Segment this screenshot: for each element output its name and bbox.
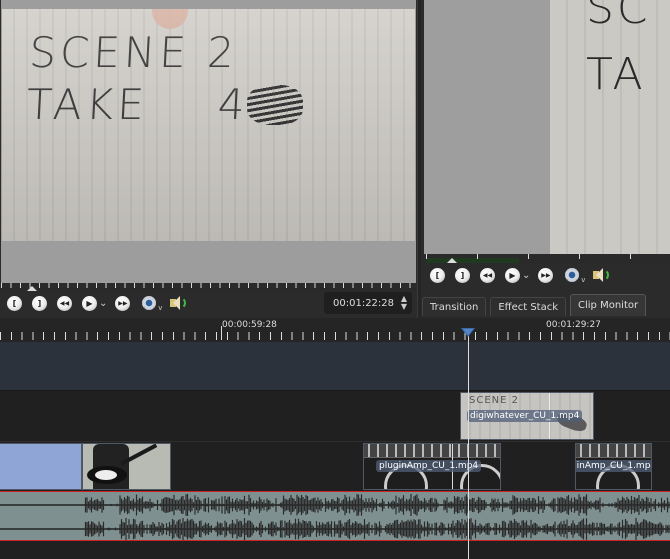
tab-label: Transition — [430, 301, 479, 313]
clip-volume-button[interactable] — [591, 267, 610, 283]
project-monitor-frame: SCENE 2 TAKE 4 — [2, 9, 415, 241]
forward-button[interactable]: ▶▶ — [115, 295, 131, 311]
spin-down-icon[interactable]: ▼ — [401, 303, 407, 311]
timecode-value: 00:01:22:28 — [333, 297, 395, 309]
clip-zone-in-button[interactable]: [ — [430, 267, 445, 283]
gear-icon — [142, 296, 157, 310]
timeline-clip[interactable]: pluginAmp_CU_1.mp4 — [575, 443, 652, 490]
speaker-icon — [180, 297, 187, 309]
ruler-label: 00:00:59:28 — [222, 320, 277, 330]
zone-out-button[interactable]: ] — [32, 295, 47, 311]
track-video-1[interactable]: pluginAmp_CU_1.mp4 pluginAmp_CU_1.mp4 — [0, 442, 670, 491]
tab-label: Clip Monitor — [578, 300, 639, 311]
clip-play-menu-chevron-icon[interactable]: ⌄ — [522, 270, 530, 281]
clip-name: digiwhatever_CU_1.mp4 — [467, 410, 583, 422]
track-empty-bottom[interactable] — [0, 541, 670, 559]
clip-thumbnail-text: SCENE 2 — [469, 395, 519, 406]
clip-zone-out-button[interactable]: ] — [455, 267, 470, 283]
video-editor: SCENE 2 TAKE 4 [ ] ◀◀ ▶ ⌄ ▶▶ v — [0, 0, 670, 559]
rewind-icon: ◀◀ — [59, 299, 70, 307]
chevron-down-icon: v — [158, 304, 163, 312]
volume-button[interactable] — [168, 295, 187, 311]
rewind-button[interactable]: ◀◀ — [57, 295, 72, 311]
dock-tabs: Transition Effect Stack Clip Monitor — [422, 292, 650, 316]
project-monitor: SCENE 2 TAKE 4 [ ] ◀◀ ▶ ⌄ ▶▶ v — [0, 0, 418, 318]
tab-transition[interactable]: Transition — [422, 297, 487, 316]
play-menu-chevron-icon[interactable]: ⌄ — [99, 298, 107, 309]
chevron-down-icon: v — [581, 276, 586, 284]
clip-frame-line-1: SC — [586, 0, 651, 34]
ruler-label: 00:01:29:27 — [546, 320, 601, 330]
tab-label: Effect Stack — [498, 301, 559, 313]
clip-monitor-position-marker[interactable] — [447, 258, 457, 263]
tab-clip-monitor[interactable]: Clip Monitor — [570, 294, 647, 316]
ruler-ticks — [0, 332, 670, 340]
clip-name: pluginAmp_CU_1.mp4 — [376, 460, 482, 472]
thumb-detail — [364, 444, 500, 458]
timeline-ruler[interactable]: 00:00:59:28 00:01:29:27 — [0, 318, 670, 342]
timeline-clip-guitar[interactable] — [82, 443, 171, 490]
play-icon: ▶ — [86, 298, 93, 308]
clip-monitor-settings-button[interactable]: v — [563, 266, 585, 284]
project-monitor-position-marker[interactable] — [27, 286, 37, 291]
thumb-detail — [576, 444, 651, 458]
gear-icon — [565, 268, 580, 282]
track-video-2[interactable]: SCENE 2 digiwhatever_CU_1.mp4 — [0, 391, 670, 442]
bracket-left-icon: [ — [435, 270, 440, 280]
playhead-handle[interactable] — [461, 328, 475, 337]
play-button[interactable]: ▶ — [82, 295, 97, 311]
clip-name: pluginAmp_CU_1.mp4 — [576, 460, 651, 472]
clip-monitor: SC TA [ ] ◀◀ ▶ ⌄ ▶▶ v — [421, 0, 670, 318]
timecode-spinner[interactable]: ▲ ▼ — [401, 295, 407, 311]
clip-frame-line-2: TA — [586, 49, 646, 100]
tab-effect-stack[interactable]: Effect Stack — [490, 297, 567, 316]
clip-forward-button[interactable]: ▶▶ — [538, 267, 554, 283]
forward-icon: ▶▶ — [541, 271, 551, 279]
rewind-icon: ◀◀ — [482, 271, 493, 279]
timeline-clip[interactable]: pluginAmp_CU_1.mp4 — [363, 443, 501, 490]
clip-monitor-ruler[interactable] — [426, 254, 670, 263]
speaker-icon — [603, 269, 610, 281]
bracket-right-icon: ] — [460, 270, 465, 280]
frame-shade — [2, 9, 415, 241]
clip-frame-handwriting: SC TA — [586, 0, 651, 108]
clip-monitor-transport: [ ] ◀◀ ▶ ⌄ ▶▶ v — [430, 264, 610, 286]
clip-play-button[interactable]: ▶ — [505, 267, 520, 283]
project-monitor-transport: [ ] ◀◀ ▶ ⌄ ▶▶ v — [7, 292, 187, 314]
track-empty[interactable] — [0, 342, 670, 391]
audio-waveform-right — [0, 518, 670, 540]
timeline-clip[interactable]: SCENE 2 digiwhatever_CU_1.mp4 — [460, 392, 594, 440]
timeline-clip-color[interactable] — [0, 443, 82, 490]
clip-rewind-button[interactable]: ◀◀ — [480, 267, 495, 283]
track-audio-1[interactable] — [0, 491, 670, 541]
play-icon: ▶ — [509, 270, 516, 280]
bracket-left-icon: [ — [12, 298, 17, 308]
playhead-line[interactable] — [468, 330, 469, 559]
project-monitor-ruler[interactable] — [1, 283, 416, 292]
zone-in-button[interactable]: [ — [7, 295, 22, 311]
forward-icon: ▶▶ — [118, 299, 128, 307]
clip-monitor-viewport[interactable]: SC TA — [424, 0, 670, 254]
audio-waveform-left — [0, 494, 670, 516]
monitor-settings-button[interactable]: v — [140, 294, 162, 312]
clip-monitor-frame: SC TA — [550, 0, 670, 254]
bracket-right-icon: ] — [37, 298, 42, 308]
timecode-field[interactable]: 00:01:22:28 ▲ ▼ — [324, 292, 412, 314]
project-monitor-viewport[interactable]: SCENE 2 TAKE 4 — [1, 0, 416, 283]
